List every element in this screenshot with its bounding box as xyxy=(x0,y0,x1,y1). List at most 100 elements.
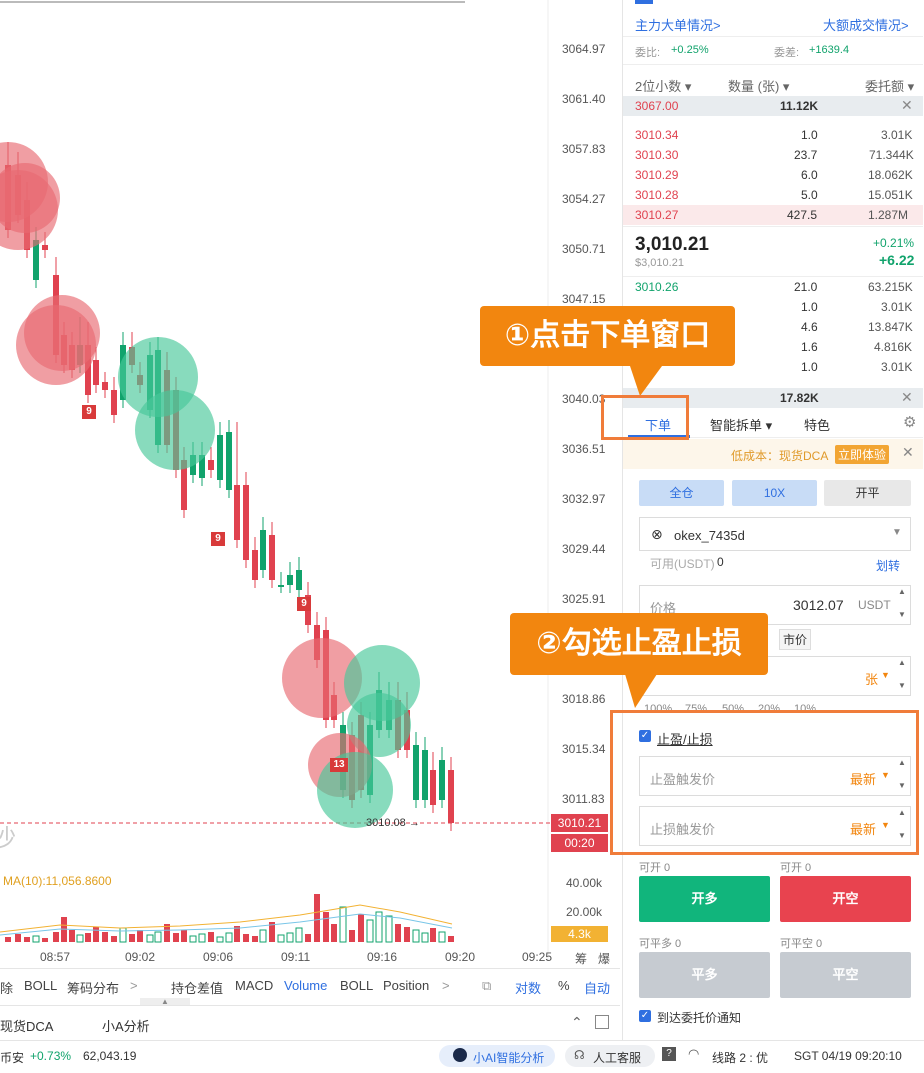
y-tick: 3032.97 xyxy=(562,492,606,506)
indicator-tab-position[interactable]: Position xyxy=(383,978,429,993)
y-tick: 3011.83 xyxy=(562,792,605,806)
close-long-button[interactable]: 平多 xyxy=(639,952,770,998)
qty-unit-select[interactable]: 张 xyxy=(865,669,878,688)
indicator-tab-volume[interactable]: Volume xyxy=(284,978,327,993)
candle-body xyxy=(296,570,302,590)
bid-qty: 4.6 xyxy=(801,320,818,334)
ask-qty: 1.0 xyxy=(801,128,818,142)
auto-scale-toggle[interactable]: 自动 xyxy=(584,978,610,997)
leverage-button[interactable]: 10X xyxy=(732,480,817,506)
notify-label[interactable]: 到达委托价通知 xyxy=(657,1009,741,1026)
indicator-tab-position-diff[interactable]: 持仓差值 xyxy=(171,978,223,997)
large-trade-link[interactable]: 大额成交情况> xyxy=(823,15,909,34)
route-status[interactable]: 线路 2 : 优 xyxy=(712,1049,768,1066)
close-short-button[interactable]: 平空 xyxy=(780,952,911,998)
indicator-tab-boll-2[interactable]: BOLL xyxy=(340,978,373,993)
percent-scale-toggle[interactable]: % xyxy=(558,978,570,993)
x-tick: 09:11 xyxy=(281,950,311,964)
close-icon[interactable]: ✕ xyxy=(901,97,913,114)
can-close-long: 可平多 0 xyxy=(639,938,682,950)
candle-body xyxy=(243,485,249,560)
ask-row[interactable]: 3010.30 23.7 71.344K xyxy=(623,145,923,165)
ask-row[interactable]: 3010.28 5.0 15.051K xyxy=(623,185,923,205)
chips-label[interactable]: 筹 xyxy=(575,950,587,967)
stepper-up-icon[interactable]: ▲ xyxy=(898,587,906,596)
volume-bar xyxy=(129,934,135,942)
open-close-mode-button[interactable]: 开平 xyxy=(824,480,911,506)
candle-body xyxy=(252,550,258,580)
market-price-button[interactable]: 市价 xyxy=(779,629,812,650)
main-order-link[interactable]: 主力大单情况> xyxy=(635,15,721,34)
candle-body xyxy=(278,585,284,587)
volume-bar xyxy=(5,937,11,942)
highlight-tpsl-section xyxy=(610,710,919,855)
col-amount[interactable]: 委托额 ▾ xyxy=(865,76,914,95)
blast-label[interactable]: 爆 xyxy=(598,950,610,967)
toolbar-arrow[interactable]: > xyxy=(130,978,138,993)
stepper-down-icon[interactable]: ▼ xyxy=(898,610,906,619)
volume-bar xyxy=(93,927,99,942)
callout-click-order-window: ①点击下单窗口 xyxy=(480,306,735,366)
tab-xiao-a-analysis[interactable]: 小A分析 xyxy=(102,1016,150,1035)
candlestick-chart[interactable] xyxy=(0,0,620,1000)
volume-bar xyxy=(76,934,84,943)
ai-label: 小AI智能分析 xyxy=(473,1051,545,1065)
stepper-down-icon[interactable]: ▼ xyxy=(898,681,906,690)
notify-checkbox[interactable]: ✓ xyxy=(639,1010,651,1022)
y-tick: 3057.83 xyxy=(562,142,606,156)
volume-bar xyxy=(314,894,320,942)
close-icon[interactable]: ✕ xyxy=(901,389,913,406)
account-select[interactable]: ⊗ okex_7435d ▼ xyxy=(639,517,911,551)
indicator-tab-chips[interactable]: 筹码分布 xyxy=(67,978,119,997)
ticker-price: 62,043.19 xyxy=(83,1049,137,1063)
chart-area[interactable]: 3064.97 3061.40 3057.83 3054.27 3050.71 … xyxy=(0,0,620,1000)
chevron-up-icon[interactable]: ⌃ xyxy=(571,1014,583,1031)
bid-qty: 21.0 xyxy=(794,280,818,294)
indicator-tab[interactable]: 除 xyxy=(0,978,13,997)
candle-body xyxy=(422,750,428,800)
candle-body xyxy=(269,535,275,580)
ask-row[interactable]: 3010.27 427.5 1.287M xyxy=(623,205,923,225)
ask-row[interactable]: 3010.29 6.0 18.062K xyxy=(623,165,923,185)
tab-smart-split[interactable]: 智能拆单 ▾ xyxy=(710,415,772,434)
ticker-name[interactable]: 币安 xyxy=(0,1049,24,1066)
ask-amount: 18.062K xyxy=(868,168,913,182)
candle-body xyxy=(234,485,240,540)
volume-bar xyxy=(331,924,337,942)
tab-special[interactable]: 特色 xyxy=(804,415,830,434)
open-short-button[interactable]: 开空 xyxy=(780,876,911,922)
maximize-icon[interactable] xyxy=(595,1015,609,1029)
tab-spot-dca[interactable]: 现货DCA xyxy=(0,1016,53,1035)
top-ask-price: 3067.00 xyxy=(635,99,679,113)
log-scale-toggle[interactable]: 对数 xyxy=(515,978,541,997)
ask-qty: 5.0 xyxy=(801,188,818,202)
stepper-up-icon[interactable]: ▲ xyxy=(898,658,906,667)
volume-bar xyxy=(259,929,267,943)
open-long-button[interactable]: 开多 xyxy=(639,876,770,922)
margin-mode-cross-button[interactable]: 全仓 xyxy=(639,480,724,506)
account-name: okex_7435d xyxy=(674,528,745,543)
can-close-short: 可平空 0 xyxy=(780,938,823,950)
transfer-link[interactable]: 划转 xyxy=(876,557,900,574)
indicator-tab-macd[interactable]: MACD xyxy=(235,978,273,993)
col-precision[interactable]: 2位小数 ▾ xyxy=(635,76,691,95)
bid-row[interactable]: 3010.26 21.0 63.215K xyxy=(623,277,923,297)
price-value: 3012.07 xyxy=(793,597,844,613)
promo-button[interactable]: 立即体验 xyxy=(835,445,890,464)
right-panel: 主力大单情况> 大额成交情况> 委比: +0.25% 委差: +1639.4 2… xyxy=(622,0,924,1040)
toolbar-arrow[interactable]: > xyxy=(442,978,450,993)
volume-bar xyxy=(286,932,294,943)
close-icon[interactable]: ✕ xyxy=(902,444,914,461)
ai-analysis-button[interactable]: 小AI智能分析 xyxy=(439,1045,555,1067)
indicator-tab-boll[interactable]: BOLL xyxy=(24,978,57,993)
top-ask-row[interactable]: 3067.00 11.12K ✕ xyxy=(623,96,923,116)
external-link-icon[interactable]: ⧉ xyxy=(482,978,491,994)
help-icon[interactable]: ? xyxy=(662,1047,676,1061)
customer-service-button[interactable]: ☊ 人工客服 xyxy=(565,1045,655,1067)
ask-row[interactable]: 3010.34 1.0 3.01K xyxy=(623,125,923,145)
volume-bar xyxy=(430,928,436,942)
settings-gear-icon[interactable]: ⚙ xyxy=(903,413,916,431)
volume-bar xyxy=(189,935,197,943)
col-qty[interactable]: 数量 (张) ▾ xyxy=(728,76,789,95)
ask-amount: 71.344K xyxy=(869,148,914,162)
